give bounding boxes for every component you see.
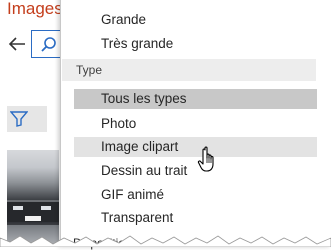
thumbnail-headlight — [41, 206, 51, 210]
torn-edge — [0, 235, 331, 247]
menu-item-photo[interactable]: Photo — [74, 114, 317, 134]
filter-button[interactable] — [7, 106, 47, 132]
menu-item-tous-les-types[interactable]: Tous les types — [74, 89, 317, 109]
menu-item-transparent[interactable]: Transparent — [74, 208, 317, 228]
back-arrow-icon — [8, 37, 25, 51]
hand-cursor-icon — [197, 146, 214, 172]
menu-item-dessin-au-trait[interactable]: Dessin au trait — [74, 161, 317, 181]
filter-dropdown-menu: Grande Très grande Type Tous les types P… — [60, 0, 331, 247]
back-button[interactable] — [7, 34, 27, 54]
thumbnail-plate — [25, 216, 41, 221]
menu-item-gif-anime[interactable]: GIF animé — [74, 185, 317, 205]
thumbnail-headlight — [13, 206, 23, 210]
menu-section-type: Type — [62, 59, 316, 81]
filter-icon — [10, 111, 28, 127]
menu-item-grande[interactable]: Grande — [74, 10, 317, 30]
search-icon — [41, 37, 56, 52]
menu-item-image-clipart[interactable]: Image clipart — [74, 137, 317, 157]
panel-title: Images — [7, 0, 63, 18]
menu-item-tres-grande[interactable]: Très grande — [74, 34, 317, 54]
